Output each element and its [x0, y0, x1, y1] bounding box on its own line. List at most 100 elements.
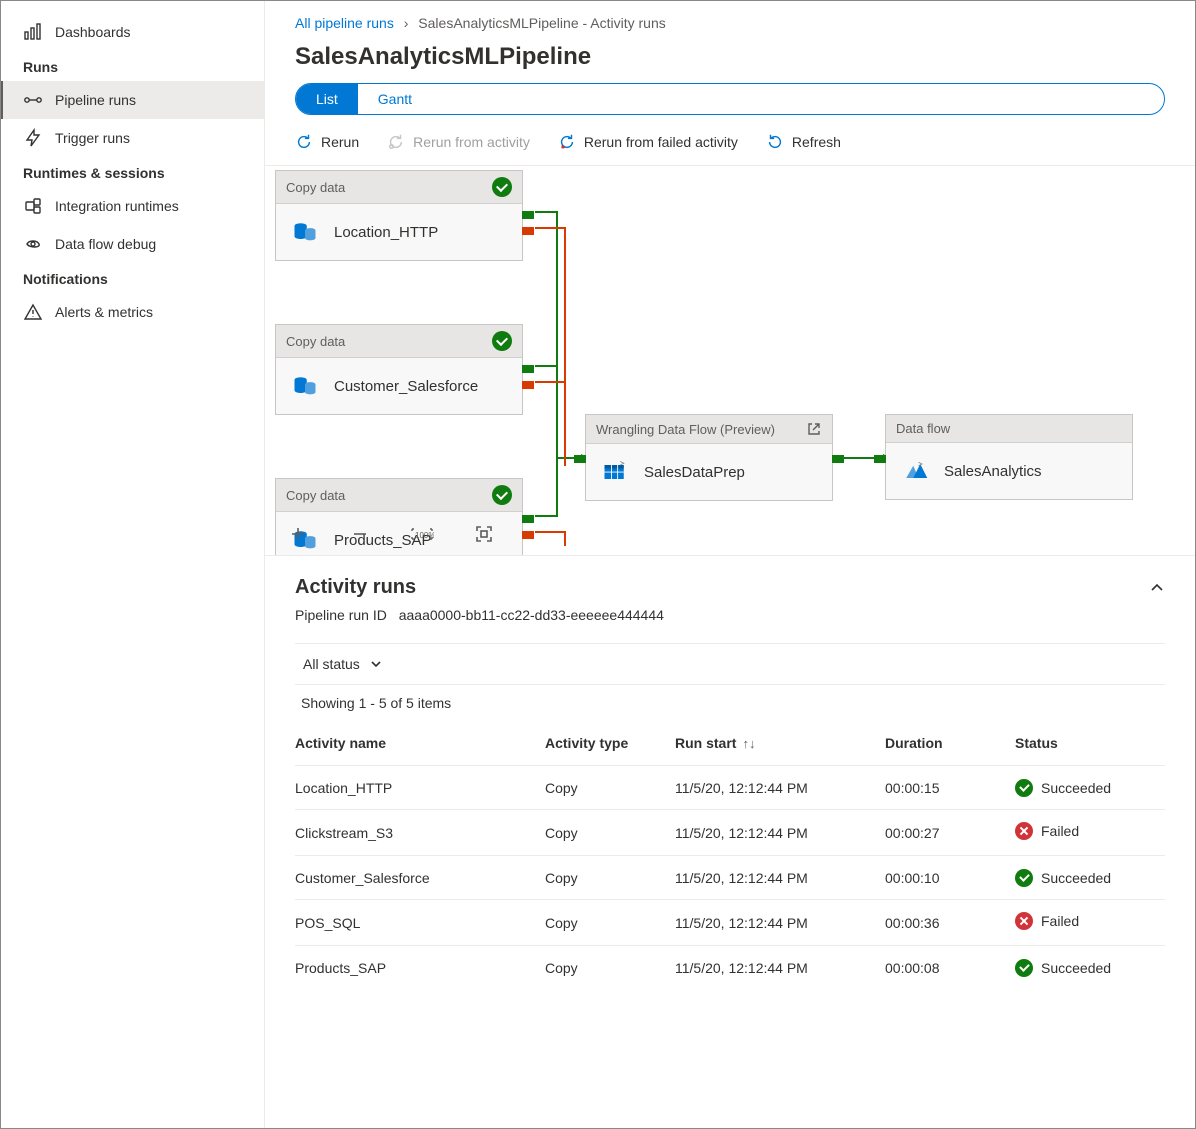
table-row[interactable]: Location_HTTPCopy11/5/20, 12:12:44 PM00:… — [295, 766, 1165, 810]
toolbar-label: Rerun — [321, 134, 359, 150]
activity-node-salesanalytics[interactable]: Data flow SalesAnalytics — [885, 414, 1133, 500]
activity-runs-table: Activity name Activity type Run start↑↓ … — [295, 721, 1165, 989]
cell-duration: 00:00:36 — [885, 900, 1015, 946]
output-port-success[interactable] — [522, 211, 534, 219]
col-status[interactable]: Status — [1015, 721, 1165, 766]
table-row[interactable]: Clickstream_S3Copy11/5/20, 12:12:44 PM00… — [295, 810, 1165, 856]
success-icon — [492, 177, 512, 197]
col-run-start[interactable]: Run start↑↓ — [675, 721, 885, 766]
output-port-failure[interactable] — [522, 227, 534, 235]
sidebar-item-integration-runtimes[interactable]: Integration runtimes — [1, 187, 264, 225]
popout-icon[interactable] — [806, 421, 822, 437]
sidebar-item-label: Data flow debug — [55, 236, 156, 252]
cell-duration: 00:00:15 — [885, 766, 1015, 810]
refresh-icon — [766, 133, 784, 151]
toolbar-label: Refresh — [792, 134, 841, 150]
ir-icon — [23, 196, 43, 216]
refresh-button[interactable]: Refresh — [766, 133, 841, 151]
view-toggle: List Gantt — [295, 83, 1165, 115]
activity-node-salesdataprep[interactable]: Wrangling Data Flow (Preview) SalesDataP… — [585, 414, 833, 501]
page-title: SalesAnalyticsMLPipeline — [265, 37, 1195, 83]
pipeline-run-id: Pipeline run ID aaaa0000-bb11-cc22-dd33-… — [295, 607, 1165, 623]
toolbar: Rerun Rerun from activity Rerun from fai… — [265, 123, 1195, 166]
col-duration[interactable]: Duration — [885, 721, 1015, 766]
zoom-100-button[interactable]: 100% — [409, 521, 435, 547]
canvas-toolbar: 100% — [285, 521, 497, 547]
alert-icon — [23, 302, 43, 322]
cell-run-start: 11/5/20, 12:12:44 PM — [675, 766, 885, 810]
output-port-success[interactable] — [522, 515, 534, 523]
output-port-failure[interactable] — [522, 531, 534, 539]
success-icon — [1015, 959, 1033, 977]
node-type: Copy data — [286, 334, 345, 349]
table-row[interactable]: Customer_SalesforceCopy11/5/20, 12:12:44… — [295, 856, 1165, 900]
cell-status: Succeeded — [1015, 856, 1165, 900]
nav-header-notifications: Notifications — [1, 263, 264, 293]
cell-run-start: 11/5/20, 12:12:44 PM — [675, 946, 885, 990]
sidebar-item-label: Dashboards — [55, 24, 131, 40]
activity-runs-panel: Activity runs Pipeline run ID aaaa0000-b… — [265, 556, 1195, 1128]
status-filter[interactable]: All status — [295, 652, 390, 676]
node-title: SalesAnalytics — [944, 463, 1042, 480]
cell-activity-type: Copy — [545, 766, 675, 810]
cell-status: Failed — [1015, 900, 1165, 946]
node-type: Data flow — [896, 421, 950, 436]
breadcrumb: All pipeline runs › SalesAnalyticsMLPipe… — [265, 1, 1195, 37]
rerun-icon — [295, 133, 313, 151]
activity-node-customer-salesforce[interactable]: Copy data Customer_Salesforce — [275, 324, 523, 415]
cell-activity-type: Copy — [545, 856, 675, 900]
breadcrumb-root[interactable]: All pipeline runs — [295, 15, 394, 31]
cell-status: Failed — [1015, 810, 1165, 856]
cell-status: Succeeded — [1015, 946, 1165, 990]
sidebar-item-trigger-runs[interactable]: Trigger runs — [1, 119, 264, 157]
output-port-success[interactable] — [522, 365, 534, 373]
sort-icon: ↑↓ — [742, 736, 755, 751]
toolbar-label: Rerun from activity — [413, 134, 530, 150]
pipeline-canvas[interactable]: Copy data Location_HTTP Copy data Custom… — [265, 166, 1195, 556]
input-port[interactable] — [874, 455, 886, 463]
showing-count: Showing 1 - 5 of 5 items — [295, 685, 1165, 721]
sidebar-item-label: Integration runtimes — [55, 198, 179, 214]
cell-activity-name: Products_SAP — [295, 946, 545, 990]
view-toggle-gantt[interactable]: Gantt — [358, 84, 432, 114]
sidebar-item-dashboards[interactable]: Dashboards — [1, 13, 264, 51]
rerun-failed-icon — [558, 133, 576, 151]
rerun-button[interactable]: Rerun — [295, 133, 359, 151]
sidebar-item-dataflow-debug[interactable]: Data flow debug — [1, 225, 264, 263]
zoom-in-button[interactable] — [285, 521, 311, 547]
col-activity-type[interactable]: Activity type — [545, 721, 675, 766]
input-port[interactable] — [574, 455, 586, 463]
view-toggle-list[interactable]: List — [296, 84, 358, 114]
success-icon — [492, 331, 512, 351]
database-icon — [290, 372, 320, 400]
cell-status: Succeeded — [1015, 766, 1165, 810]
chevron-up-icon[interactable] — [1149, 580, 1165, 596]
sidebar-item-label: Pipeline runs — [55, 92, 136, 108]
dataflow-icon — [900, 457, 930, 485]
cell-duration: 00:00:08 — [885, 946, 1015, 990]
cell-activity-type: Copy — [545, 810, 675, 856]
cell-run-start: 11/5/20, 12:12:44 PM — [675, 856, 885, 900]
sidebar-item-alerts-metrics[interactable]: Alerts & metrics — [1, 293, 264, 331]
sidebar-item-pipeline-runs[interactable]: Pipeline runs — [1, 81, 264, 119]
success-icon — [1015, 779, 1033, 797]
col-activity-name[interactable]: Activity name — [295, 721, 545, 766]
toolbar-label: Rerun from failed activity — [584, 134, 738, 150]
activity-node-location-http[interactable]: Copy data Location_HTTP — [275, 170, 523, 261]
trigger-icon — [23, 128, 43, 148]
rerun-from-failed-button[interactable]: Rerun from failed activity — [558, 133, 738, 151]
cell-activity-type: Copy — [545, 900, 675, 946]
output-port-success[interactable] — [832, 455, 844, 463]
cell-duration: 00:00:10 — [885, 856, 1015, 900]
table-row[interactable]: POS_SQLCopy11/5/20, 12:12:44 PM00:00:36F… — [295, 900, 1165, 946]
cell-activity-type: Copy — [545, 946, 675, 990]
cell-run-start: 11/5/20, 12:12:44 PM — [675, 900, 885, 946]
zoom-out-button[interactable] — [347, 521, 373, 547]
success-icon — [1015, 869, 1033, 887]
table-row[interactable]: Products_SAPCopy11/5/20, 12:12:44 PM00:0… — [295, 946, 1165, 990]
zoom-fit-button[interactable] — [471, 521, 497, 547]
dashboard-icon — [23, 22, 43, 42]
cell-duration: 00:00:27 — [885, 810, 1015, 856]
output-port-failure[interactable] — [522, 381, 534, 389]
failed-icon — [1015, 912, 1033, 930]
